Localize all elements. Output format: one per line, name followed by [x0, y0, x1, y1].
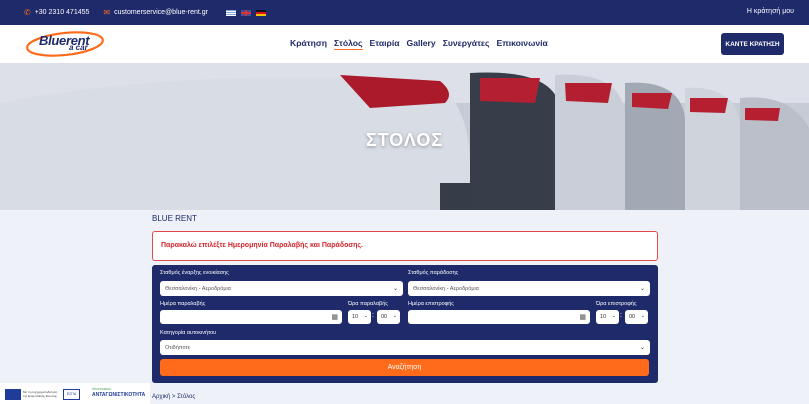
email-address: customerservice@blue-rent.gr [114, 9, 208, 16]
program-label: ΠΡΟΓΡΑΜΜΑ [92, 387, 111, 391]
pickup-time-label: Ώρα παραλαβής [348, 301, 388, 307]
nav-item-gallery[interactable]: Gallery [407, 38, 436, 50]
pickup-station-label: Σταθμός έναρξης ενοικίασης [160, 270, 229, 276]
page-title: ΣΤΟΛΟΣ [365, 130, 444, 150]
dropoff-minute-select[interactable]: 00 ⌄ [625, 310, 648, 324]
error-alert: Παρακαλώ επιλέξτε Ημερομηνία Παραλαβής κ… [152, 231, 658, 261]
german-flag-icon[interactable] [255, 9, 266, 16]
site-header: Bluerent a car Κράτηση Στόλος Εταιρία Ga… [0, 25, 809, 63]
nav-item-fleet[interactable]: Στόλος [334, 38, 363, 50]
time-separator: : [372, 312, 374, 319]
hero-banner: ΣΤΟΛΟΣ [0, 63, 809, 210]
alert-message: Παρακαλώ επιλέξτε Ημερομηνία Παραλαβής κ… [161, 242, 363, 249]
language-switcher [225, 9, 266, 16]
chevron-down-icon: ⌄ [611, 313, 616, 319]
espa-logo: ΕΣΠΑ [63, 389, 80, 400]
chevron-down-icon: ⌄ [363, 313, 368, 319]
car-category-select[interactable]: Οτιδήποτε ⌄ [160, 340, 650, 355]
calendar-icon[interactable]: ▦ [579, 313, 586, 321]
dropoff-hour-value: 10 [600, 314, 607, 320]
nav-item-company[interactable]: Εταιρία [370, 38, 400, 50]
dropoff-station-label: Σταθμός παράδοσης [408, 270, 459, 276]
book-now-button[interactable]: ΚΑΝΤΕ ΚΡΑΤΗΣΗ [721, 33, 784, 55]
logo-subtext: a car [69, 43, 88, 52]
email-link[interactable]: ✉ customerservice@blue-rent.gr [103, 7, 208, 17]
main-nav: Κράτηση Στόλος Εταιρία Gallery Συνεργάτε… [290, 38, 548, 50]
chevron-down-icon: ⌄ [392, 313, 397, 319]
phone-number: +30 2310 471455 [34, 9, 90, 16]
greek-flag-icon[interactable] [225, 9, 236, 16]
eu-funding-text: Με τη συγχρηματοδότηση της Ευρωπαϊκής Έν… [23, 390, 58, 398]
car-category-label: Κατηγορία αυτοκινήτου [160, 330, 217, 336]
dropoff-date-label: Ημέρα επιστροφής [408, 301, 454, 307]
uk-flag-icon[interactable] [240, 9, 251, 16]
breadcrumb[interactable]: Αρχική > Στόλος [152, 394, 195, 400]
booking-form: Σταθμός έναρξης ενοικίασης Θεσσαλονίκη -… [152, 265, 658, 383]
time-separator: : [620, 312, 622, 319]
top-bar: ✆ +30 2310 471455 ✉ customerservice@blue… [0, 0, 809, 25]
my-booking-link[interactable]: Η κράτησή μου [747, 8, 794, 15]
eu-flag-icon [5, 389, 21, 400]
dropoff-time-label: Ώρα επιστροφής [596, 301, 637, 307]
search-button[interactable]: Αναζήτηση [160, 359, 649, 376]
chevron-down-icon: ⌄ [639, 286, 645, 292]
section-label: BLUE RENT [152, 214, 197, 223]
envelope-icon: ✉ [103, 7, 111, 17]
nav-item-partners[interactable]: Συνεργάτες [443, 38, 490, 50]
dropoff-station-select[interactable]: Θεσσαλονίκη - Αεροδρόμια ⌄ [408, 281, 650, 296]
chevron-down-icon: ⌄ [639, 345, 645, 351]
pickup-station-value: Θεσσαλονίκη - Αεροδρόμια [165, 285, 231, 292]
pickup-station-select[interactable]: Θεσσαλονίκη - Αεροδρόμια ⌄ [160, 281, 403, 296]
pickup-hour-select[interactable]: 10 ⌄ [348, 310, 371, 324]
nav-item-contact[interactable]: Επικοινωνία [496, 38, 547, 50]
nav-item-booking[interactable]: Κράτηση [290, 38, 327, 50]
dropoff-hour-select[interactable]: 10 ⌄ [596, 310, 619, 324]
pickup-date-input[interactable]: ▦ [160, 310, 342, 324]
calendar-icon[interactable]: ▦ [331, 313, 338, 321]
competitiveness-logo: ΑΝΤΑΓΩΝΙΣΤΙΚΟΤΗΤΑ [92, 392, 146, 398]
pickup-minute-select[interactable]: 00 ⌄ [377, 310, 400, 324]
main-content: BLUE RENT Παρακαλώ επιλέξτε Ημερομηνία Π… [0, 210, 809, 404]
funding-logos: Με τη συγχρηματοδότηση της Ευρωπαϊκής Έν… [0, 383, 150, 404]
pickup-hour-value: 10 [352, 314, 359, 320]
chevron-down-icon: ⌄ [640, 313, 645, 319]
chevron-down-icon: ⌄ [392, 286, 398, 292]
car-category-value: Οτιδήποτε [165, 344, 191, 351]
bluerent-logo[interactable]: Bluerent a car [25, 30, 111, 58]
phone-link[interactable]: ✆ +30 2310 471455 [24, 7, 90, 17]
dropoff-minute-value: 00 [629, 314, 636, 320]
pickup-date-label: Ημέρα παραλαβής [160, 301, 206, 307]
phone-icon: ✆ [24, 7, 31, 17]
dropoff-date-input[interactable]: ▦ [408, 310, 590, 324]
pickup-minute-value: 00 [381, 314, 388, 320]
dropoff-station-value: Θεσσαλονίκη - Αεροδρόμια [413, 285, 479, 292]
